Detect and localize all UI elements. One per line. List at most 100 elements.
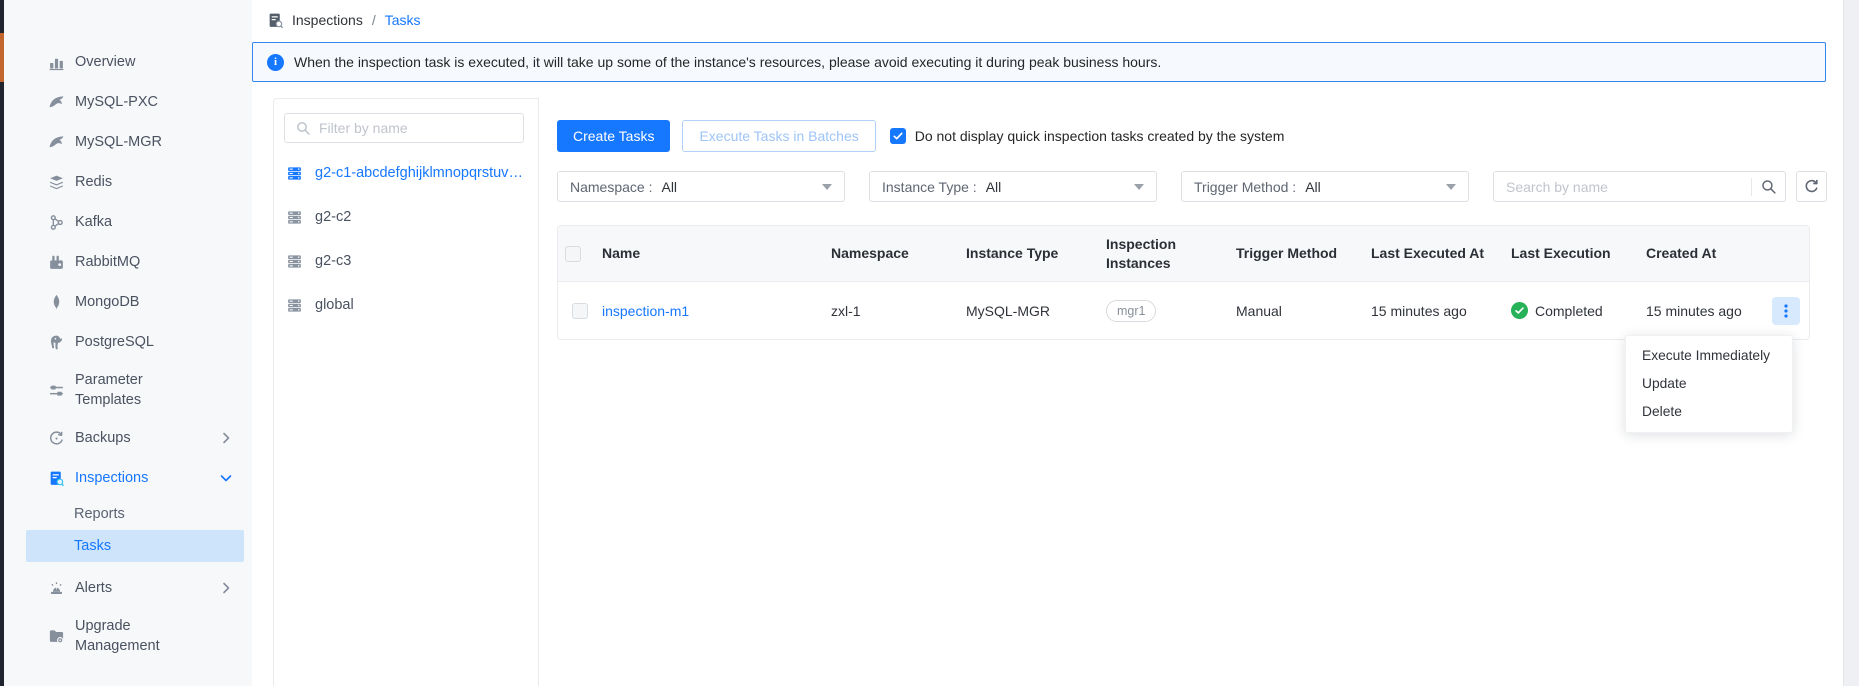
sidebar-item-overview[interactable]: Overview <box>4 42 252 82</box>
task-name-link[interactable]: inspection-m1 <box>602 303 689 319</box>
row-checkbox[interactable] <box>572 303 588 319</box>
checkbox-checked-icon[interactable] <box>890 128 906 144</box>
instance-item-g2-c3[interactable]: g2-c3 <box>284 239 524 283</box>
search-icon[interactable] <box>1760 178 1777 195</box>
instance-card: g2-c1-abcdefghijklmnopqrstuvwx... g2-c2 … <box>273 98 539 686</box>
execute-batches-button[interactable]: Execute Tasks in Batches <box>682 120 875 152</box>
dolphin-icon <box>48 94 65 111</box>
instance-item-global[interactable]: global <box>284 283 524 327</box>
menu-item-delete[interactable]: Delete <box>1626 398 1792 426</box>
column-header-instance-type: Instance Type <box>966 244 1106 263</box>
column-header-name: Name <box>602 244 831 263</box>
select-value: All <box>986 179 1002 195</box>
info-banner: i When the inspection task is executed, … <box>252 42 1826 82</box>
edge-accent <box>0 33 4 82</box>
sidebar-item-upgrade-management[interactable]: Upgrade Management <box>4 608 252 664</box>
sidebar-item-mongodb[interactable]: MongoDB <box>4 282 252 322</box>
column-header-last-execution: Last Execution <box>1511 244 1646 263</box>
chevron-down-icon <box>218 470 234 486</box>
leaf-icon <box>48 294 65 311</box>
inspection-instance-tag: mgr1 <box>1106 300 1156 322</box>
scrollbar-track[interactable] <box>1843 0 1859 686</box>
info-icon: i <box>267 54 284 71</box>
menu-item-update[interactable]: Update <box>1626 370 1792 398</box>
select-value: All <box>661 179 677 195</box>
sidebar-item-mysql-mgr[interactable]: MySQL-MGR <box>4 122 252 162</box>
table-header: Name Namespace Instance Type Inspection … <box>558 226 1809 282</box>
cell-trigger-method: Manual <box>1236 303 1371 319</box>
namespace-select[interactable]: Namespace : All <box>557 171 845 202</box>
instance-item-label: g2-c3 <box>315 253 351 269</box>
cell-created-at: 15 minutes ago <box>1646 297 1809 325</box>
select-value: All <box>1305 179 1321 195</box>
sidebar-item-label: RabbitMQ <box>75 252 140 272</box>
success-icon <box>1511 302 1528 319</box>
info-banner-text: When the inspection task is executed, it… <box>294 54 1161 70</box>
sidebar-item-label: PostgreSQL <box>75 332 154 352</box>
sidebar-item-label: Kafka <box>75 212 112 232</box>
select-label: Instance Type : <box>882 179 977 195</box>
trigger-method-select[interactable]: Trigger Method : All <box>1181 171 1469 202</box>
caret-down-icon <box>822 184 832 190</box>
instance-type-select[interactable]: Instance Type : All <box>869 171 1157 202</box>
caret-down-icon <box>1134 184 1144 190</box>
breadcrumb-current[interactable]: Tasks <box>385 12 421 28</box>
sidebar-item-tasks[interactable]: Tasks <box>26 530 244 562</box>
sidebar-item-alerts[interactable]: Alerts <box>4 568 252 608</box>
elephant-icon <box>48 334 65 351</box>
sidebar-item-kafka[interactable]: Kafka <box>4 202 252 242</box>
status-text: Completed <box>1535 303 1603 319</box>
sidebar-item-label: Upgrade Management <box>75 616 205 656</box>
network-icon <box>48 214 65 231</box>
instance-item-g2-c1[interactable]: g2-c1-abcdefghijklmnopqrstuvwx... <box>284 151 524 195</box>
caret-down-icon <box>1446 184 1456 190</box>
sidebar-item-backups[interactable]: Backups <box>4 418 252 458</box>
row-actions-button[interactable] <box>1772 297 1800 325</box>
inspection-doc-icon <box>48 470 65 487</box>
content: Inspections / Tasks i When the inspectio… <box>252 0 1859 686</box>
row-actions-menu: Execute Immediately Update Delete <box>1625 335 1793 433</box>
checkbox-label: Do not display quick inspection tasks cr… <box>915 128 1285 144</box>
content-body: g2-c1-abcdefghijklmnopqrstuvwx... g2-c2 … <box>252 98 1843 686</box>
create-tasks-button[interactable]: Create Tasks <box>557 120 670 152</box>
sidebar-item-label: Reports <box>74 504 125 524</box>
instance-item-g2-c2[interactable]: g2-c2 <box>284 195 524 239</box>
sidebar-item-rabbitmq[interactable]: RabbitMQ <box>4 242 252 282</box>
sidebar-item-label: Inspections <box>75 468 148 488</box>
dolphin-icon <box>48 134 65 151</box>
sidebar-item-mysql-pxc[interactable]: MySQL-PXC <box>4 82 252 122</box>
filter-row: Namespace : All Instance Type : All Trig… <box>557 171 1826 202</box>
hide-quick-tasks-checkbox[interactable]: Do not display quick inspection tasks cr… <box>890 128 1285 144</box>
sidebar-item-label: MySQL-PXC <box>75 92 158 112</box>
instance-filter-input[interactable] <box>319 120 513 136</box>
restore-icon <box>48 430 65 447</box>
chevron-right-icon <box>218 430 234 446</box>
collapsed-nav-strip <box>0 0 4 686</box>
instance-item-label: g2-c2 <box>315 209 351 225</box>
search-input[interactable] <box>1506 179 1743 195</box>
server-icon <box>286 165 303 182</box>
toolbar: Create Tasks Execute Tasks in Batches Do… <box>557 120 1826 152</box>
cell-last-executed-at: 15 minutes ago <box>1371 303 1511 319</box>
instance-list: g2-c1-abcdefghijklmnopqrstuvwx... g2-c2 … <box>284 151 524 327</box>
sidebar-item-redis[interactable]: Redis <box>4 162 252 202</box>
breadcrumb-root: Inspections <box>292 12 363 28</box>
sidebar-item-parameter-templates[interactable]: Parameter Templates <box>4 362 252 418</box>
siren-icon <box>48 580 65 597</box>
tasks-panel: Create Tasks Execute Tasks in Batches Do… <box>539 98 1843 686</box>
instance-item-label: global <box>315 297 354 313</box>
server-icon <box>286 297 303 314</box>
stack-icon <box>48 174 65 191</box>
sidebar-item-label: Backups <box>75 428 131 448</box>
menu-item-execute-immediately[interactable]: Execute Immediately <box>1626 342 1792 370</box>
sidebar-item-postgresql[interactable]: PostgreSQL <box>4 322 252 362</box>
breadcrumb-separator: / <box>372 12 376 28</box>
sidebar-item-inspections[interactable]: Inspections <box>4 458 252 498</box>
sidebar-nav: Overview MySQL-PXC MySQL-MGR Redis Kafka… <box>4 0 252 664</box>
select-all-checkbox[interactable] <box>565 246 581 262</box>
instance-item-label: g2-c1-abcdefghijklmnopqrstuvwx... <box>315 165 524 181</box>
sidebar-item-reports[interactable]: Reports <box>4 498 252 530</box>
refresh-button[interactable] <box>1796 171 1827 202</box>
column-header-created-at: Created At <box>1646 244 1809 263</box>
instance-filter <box>284 113 524 143</box>
